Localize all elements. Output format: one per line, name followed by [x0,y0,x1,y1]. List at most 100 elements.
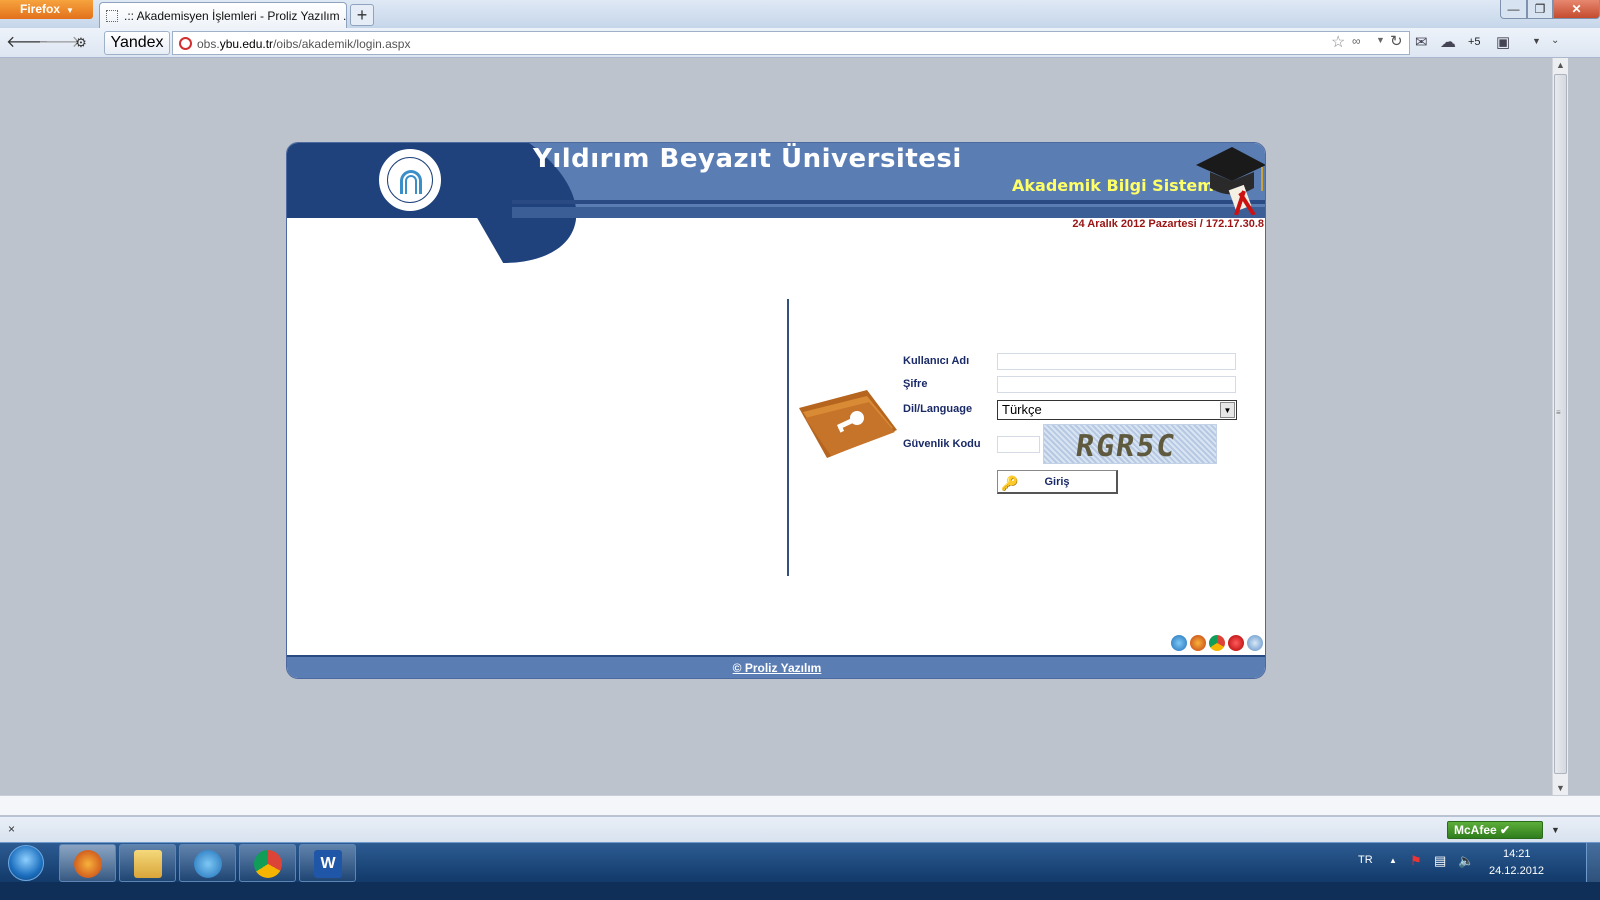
chrome-icon[interactable] [1209,635,1225,651]
folder-key-icon [799,390,897,458]
banner-stripe [512,200,1265,204]
url-path: /oibs/akademik/login.aspx [273,37,411,51]
clock-date[interactable]: 24.12.2012 [1489,865,1544,877]
chrome-icon [254,850,282,878]
ie-icon[interactable] [1171,635,1187,651]
weather-temperature: +5 [1468,36,1481,48]
scrollbar-thumb[interactable] [1554,74,1567,774]
taskbar-explorer[interactable] [119,844,176,882]
back-arrow-icon[interactable]: 🡐 [6,33,49,53]
captcha-text: RGR5C [1073,429,1179,464]
home-icon[interactable]: ⚙ [71,33,91,53]
firefox-menu-label: Firefox [20,2,61,16]
vertical-divider [787,299,789,576]
chevron-down-icon[interactable]: ▼ [1220,402,1235,418]
star-icon[interactable]: ☆ [1331,32,1345,52]
system-title: Akademik Bilgi Sistemi [1012,176,1220,195]
maximize-button[interactable]: ❐ [1527,0,1553,19]
chevron-down-icon[interactable]: ▼ [1532,36,1541,46]
supported-browsers [1171,635,1263,651]
chevron-down-icon[interactable]: ⌄ [1551,35,1559,46]
header-banner: Yıldırım Beyazıt Üniversitesi Akademik B… [287,143,1265,263]
yandex-button[interactable]: Yandex [104,31,170,55]
site-identity-icon[interactable] [179,37,192,50]
vertical-scrollbar[interactable]: ▲ ≡ ▼ [1552,58,1568,795]
language-select[interactable]: Türkçe ▼ [997,400,1237,420]
tab-title: .:: Akademisyen İşlemleri - Proliz Yazıl… [124,9,347,23]
yandex-label: Yandex [110,34,164,51]
chevron-down-icon[interactable]: ▼ [1551,825,1560,835]
check-icon: ✔ [1500,823,1511,837]
glasses-icon[interactable]: ∞ [1352,34,1361,48]
password-label: Şifre [903,378,928,390]
navigation-toolbar: 🡐 🡒 ⚙ Yandex obs.ybu.edu.tr/oibs/akademi… [0,28,1600,58]
login-button-label: Giriş [1044,476,1070,488]
forward-arrow-icon[interactable]: 🡒 [38,33,81,53]
start-button[interactable] [8,845,44,881]
scroll-down-icon[interactable]: ▼ [1556,783,1565,793]
scroll-grip-icon: ≡ [1556,408,1561,417]
key-icon: 🔑 [1001,475,1019,491]
captcha-input[interactable] [997,436,1040,453]
opera-icon[interactable] [1228,635,1244,651]
language-selected-value: Türkçe [1002,402,1042,417]
taskbar-internet-explorer[interactable] [179,844,236,882]
reload-icon[interactable]: ↻ [1390,32,1403,50]
chevron-down-icon: ▼ [66,6,74,15]
chevron-down-icon[interactable]: ▼ [1376,35,1385,45]
login-panel: Yıldırım Beyazıt Üniversitesi Akademik B… [286,142,1266,679]
safari-icon[interactable] [1247,635,1263,651]
browser-tab[interactable]: .:: Akademisyen İşlemleri - Proliz Yazıl… [99,2,347,28]
footer-bar: © Proliz Yazılım [287,655,1265,678]
window-controls: — ❐ ✕ [1500,0,1600,19]
page-loading-icon [106,10,118,22]
banner-stripe [512,207,1265,218]
date-ip-line: 24 Aralık 2012 Pazartesi / 172.17.30.8 [1072,218,1264,230]
url-prefix: obs. [197,37,220,51]
university-logo [377,147,443,213]
volume-icon[interactable]: 🔈 [1458,853,1474,869]
taskbar-chrome[interactable] [239,844,296,882]
tray-language[interactable]: TR [1358,854,1373,866]
taskbar-firefox[interactable] [59,844,116,882]
addon-bar: × McAfee ✔ ▼ [0,816,1600,842]
network-icon[interactable]: ▤ [1434,853,1446,869]
university-title: Yıldırım Beyazıt Üniversitesi [533,144,962,174]
password-input[interactable] [997,376,1236,393]
url-host: ybu.edu.tr [219,37,274,51]
close-window-button[interactable]: ✕ [1553,0,1600,19]
window-title-bar: Firefox ▼ .:: Akademisyen İşlemleri - Pro… [0,0,1600,28]
bookmark-icon[interactable]: ▣ [1496,33,1510,51]
logo-inner-ring [387,157,433,203]
taskbar-word[interactable]: W [299,844,356,882]
firefox-menu-button[interactable]: Firefox ▼ [0,0,93,19]
copyright-link[interactable]: © Proliz Yazılım [733,661,822,675]
mcafee-button[interactable]: McAfee ✔ [1447,821,1543,839]
graduation-cap-icon [1196,147,1265,215]
weather-icon[interactable]: ☁ [1440,32,1456,52]
windows-taskbar: W TR ▲ ⚑ ▤ 🔈 14:21 24.12.2012 [0,842,1600,883]
tray-expand-icon[interactable]: ▲ [1389,856,1397,865]
show-desktop-button[interactable] [1586,843,1600,883]
captcha-label: Güvenlik Kodu [903,438,981,450]
firefox-icon [74,850,102,878]
taskbar-bottom-edge [0,882,1600,900]
clock-time[interactable]: 14:21 [1503,848,1531,860]
language-label: Dil/Language [903,403,973,415]
logo-arch [405,175,417,194]
address-bar[interactable]: obs.ybu.edu.tr/oibs/akademik/login.aspx [172,31,1410,55]
action-center-icon[interactable]: ⚑ [1410,853,1422,869]
close-icon[interactable]: × [8,822,15,836]
explorer-folder-icon [134,850,162,878]
minimize-button[interactable]: — [1500,0,1527,19]
word-icon: W [314,850,342,878]
scroll-up-icon[interactable]: ▲ [1556,60,1565,70]
page-viewport: Yıldırım Beyazıt Üniversitesi Akademik B… [0,58,1552,795]
mcafee-label: McAfee [1454,823,1497,837]
username-input[interactable] [997,353,1236,370]
mail-icon[interactable]: ✉ [1415,33,1428,51]
login-button[interactable]: 🔑 Giriş [997,470,1118,494]
internet-explorer-icon [194,850,222,878]
firefox-icon[interactable] [1190,635,1206,651]
new-tab-button[interactable]: + [350,4,374,26]
